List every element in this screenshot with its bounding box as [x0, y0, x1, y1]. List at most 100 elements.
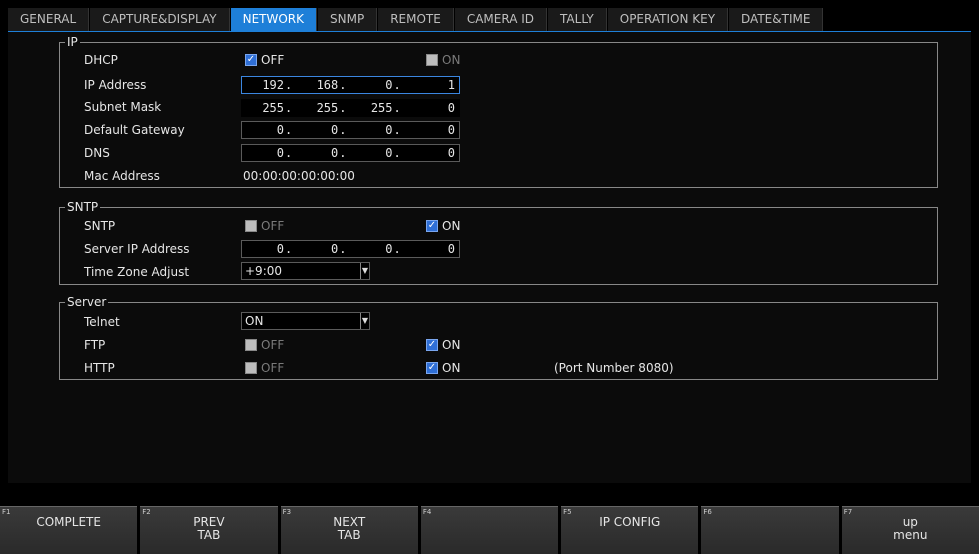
f4-button[interactable]: F4 [420, 506, 559, 554]
check-icon: ✓ [426, 339, 438, 351]
ip-octet-3: 0. [385, 78, 401, 92]
dns-octet-3: 0. [385, 146, 401, 160]
sntp-group: SNTP [59, 200, 938, 285]
server-octet-3: 0. [385, 242, 401, 256]
tab-bar: GENERAL CAPTURE&DISPLAY NETWORK SNMP REM… [0, 8, 979, 31]
dropdown-arrow-icon: ▼ [360, 263, 369, 279]
subnet-octet-1: 255. [262, 101, 293, 115]
tab-tally[interactable]: TALLY [548, 8, 607, 31]
sntp-on-label: ON [442, 219, 461, 233]
gateway-octet-1: 0. [276, 123, 293, 137]
telnet-value: ON [245, 314, 264, 328]
f6-button[interactable]: F6 [701, 506, 839, 554]
time-zone-select[interactable]: +9:00 ▼ [241, 262, 370, 280]
dns-octet-1: 0. [276, 146, 293, 160]
ftp-off-label: OFF [261, 338, 285, 352]
ftp-label: FTP [84, 338, 106, 352]
tab-camera-id[interactable]: CAMERA ID [454, 8, 548, 31]
ip-group: IP [59, 35, 938, 188]
ip-group-legend: IP [65, 35, 80, 49]
unchecked-box-icon [245, 362, 257, 374]
tab-operation-key[interactable]: OPERATION KEY [607, 8, 729, 31]
ftp-on-checkbox[interactable]: ✓ ON [426, 338, 460, 352]
unchecked-box-icon [245, 339, 257, 351]
dhcp-label: DHCP [84, 53, 118, 67]
http-off-label: OFF [261, 361, 285, 375]
http-on-checkbox[interactable]: ✓ ON [426, 361, 460, 375]
f1-number: F1 [2, 508, 11, 516]
f5-caption: IP CONFIG [599, 515, 661, 529]
subnet-octet-3: 255. [370, 101, 401, 115]
f5-number: F5 [563, 508, 572, 516]
f6-number: F6 [703, 508, 712, 516]
tab-capture-display[interactable]: CAPTURE&DISPLAY [90, 8, 230, 31]
ip-address-field[interactable]: 192. 168. 0. 1 [241, 76, 460, 94]
http-on-label: ON [442, 361, 461, 375]
server-group: Server [59, 295, 938, 380]
dhcp-on-checkbox[interactable]: ON [426, 53, 460, 67]
f1-complete-button[interactable]: F1 COMPLETE [0, 506, 138, 554]
check-icon: ✓ [426, 362, 438, 374]
server-octet-2: 0. [331, 242, 347, 256]
f3-number: F3 [282, 508, 292, 516]
f5-ip-config-button[interactable]: F5 IP CONFIG [561, 506, 699, 554]
server-octet-4: 0 [447, 242, 455, 256]
f2-caption: PREV TAB [193, 515, 225, 542]
f4-number: F4 [422, 508, 432, 516]
dns-octet-4: 0 [447, 146, 455, 160]
sntp-off-checkbox[interactable]: OFF [245, 219, 284, 233]
dhcp-off-checkbox[interactable]: ✓ OFF [245, 53, 284, 67]
gateway-octet-4: 0 [447, 123, 455, 137]
sntp-server-ip-field[interactable]: 0. 0. 0. 0 [241, 240, 460, 258]
f2-number: F2 [142, 508, 151, 516]
server-ip-address-label: Server IP Address [84, 242, 190, 256]
f7-up-menu-button[interactable]: F7 up menu [841, 506, 979, 554]
subnet-mask-field[interactable]: 255. 255. 255. 0 [241, 99, 460, 117]
sntp-on-checkbox[interactable]: ✓ ON [426, 219, 460, 233]
ip-octet-1: 192. [262, 78, 293, 92]
gateway-octet-3: 0. [385, 123, 401, 137]
ftp-off-checkbox[interactable]: OFF [245, 338, 284, 352]
function-key-bar: F1 COMPLETE F2 PREV TAB F3 NEXT TAB F4 F… [0, 506, 979, 554]
tab-remote[interactable]: REMOTE [378, 8, 454, 31]
subnet-octet-2: 255. [316, 101, 347, 115]
f7-number: F7 [843, 508, 853, 516]
f7-caption: up menu [893, 515, 928, 542]
network-settings-panel: IP DHCP ✓ OFF ON IP Address 192. 168. 0.… [8, 31, 971, 483]
sntp-off-label: OFF [261, 219, 285, 233]
dhcp-on-label: ON [442, 53, 461, 67]
default-gateway-field[interactable]: 0. 0. 0. 0 [241, 121, 460, 139]
ip-octet-4: 1 [447, 78, 455, 92]
tab-network[interactable]: NETWORK [230, 8, 318, 31]
time-zone-adjust-label: Time Zone Adjust [84, 265, 190, 279]
dropdown-arrow-icon: ▼ [360, 313, 369, 329]
ip-address-label: IP Address [84, 78, 147, 92]
dns-field[interactable]: 0. 0. 0. 0 [241, 144, 460, 162]
server-octet-1: 0. [276, 242, 293, 256]
check-icon: ✓ [426, 220, 438, 232]
ftp-on-label: ON [442, 338, 461, 352]
tab-snmp[interactable]: SNMP [318, 8, 378, 31]
tab-general[interactable]: GENERAL [8, 8, 90, 31]
tab-date-time[interactable]: DATE&TIME [729, 8, 824, 31]
http-off-checkbox[interactable]: OFF [245, 361, 284, 375]
sntp-group-legend: SNTP [65, 200, 101, 214]
telnet-select[interactable]: ON ▼ [241, 312, 370, 330]
telnet-label: Telnet [84, 315, 120, 329]
f3-caption: NEXT TAB [333, 515, 366, 542]
default-gateway-label: Default Gateway [84, 123, 185, 137]
mac-address-label: Mac Address [84, 169, 160, 183]
gateway-octet-2: 0. [331, 123, 347, 137]
f3-next-tab-button[interactable]: F3 NEXT TAB [280, 506, 418, 554]
dns-octet-2: 0. [331, 146, 347, 160]
http-label: HTTP [84, 361, 115, 375]
time-zone-value: +9:00 [245, 264, 283, 278]
f2-prev-tab-button[interactable]: F2 PREV TAB [140, 506, 278, 554]
http-port-note: (Port Number 8080) [554, 361, 674, 375]
check-icon: ✓ [245, 54, 257, 66]
unchecked-box-icon [245, 220, 257, 232]
f1-caption: COMPLETE [36, 515, 101, 529]
subnet-mask-label: Subnet Mask [84, 100, 162, 114]
mac-address-value: 00:00:00:00:00:00 [243, 169, 355, 183]
ip-octet-2: 168. [316, 78, 347, 92]
